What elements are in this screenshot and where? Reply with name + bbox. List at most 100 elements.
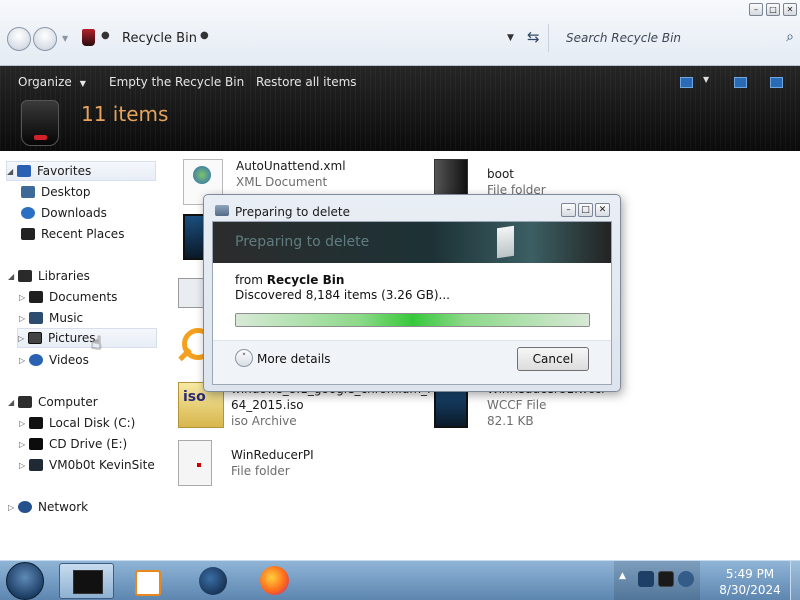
restore-all-button[interactable]: Restore all items [256,75,357,89]
progress-bar [235,313,590,327]
iso-label-icon: iso [183,389,206,405]
refresh-icon[interactable]: ⇆ [527,28,540,46]
sidebar-item-desktop[interactable]: Desktop [21,182,91,202]
minimize-button[interactable]: – [749,3,763,16]
file-size: 82.1 KB [487,414,534,428]
maximize-button[interactable]: □ [766,3,780,16]
change-view-icon[interactable] [680,77,693,88]
music-icon [29,312,43,324]
folder-icon [178,440,212,486]
network-drive-icon [29,459,43,471]
volume-icon[interactable] [678,571,694,587]
dialog-close-button[interactable]: ✕ [595,203,610,217]
recycle-bin-icon [82,29,95,46]
sidebar-item-pictures[interactable]: ▷ Pictures [17,328,157,348]
navigation-pane: ◢ Favorites Desktop Downloads Recent Plac… [0,152,163,560]
dialog-minimize-button[interactable]: – [561,203,576,217]
organize-button[interactable]: Organize ▼ [18,75,86,89]
expand-arrow-icon[interactable]: ◢ [8,272,18,281]
breadcrumb-separator-icon[interactable]: ● [200,30,209,41]
recycle-bin-large-icon [21,100,59,146]
breadcrumb-separator-icon[interactable]: ● [101,30,110,41]
file-type: XML Document [236,175,328,189]
sidebar-item-videos[interactable]: ▷ Videos [19,350,89,370]
sidebar-item-network[interactable]: ▷ Network [8,497,88,517]
file-name: boot [487,167,515,181]
address-dropdown-icon[interactable]: ▼ [507,33,514,43]
sidebar-item-local-disk[interactable]: ▷ Local Disk (C:) [19,413,135,433]
more-details-link[interactable]: More details [257,352,331,366]
videos-icon [29,354,43,366]
breadcrumb-recycle-bin[interactable]: Recycle Bin [122,31,197,46]
taskbar-media-player-icon[interactable] [133,563,161,599]
show-desktop-button[interactable] [790,561,800,600]
taskbar-firefox-icon[interactable] [259,563,291,599]
sidebar-label: VM0b0t KevinSite [49,458,155,472]
address-bar: ▼ ● Recycle Bin ● ▼ ⇆ Search Recycle Bin… [0,0,800,66]
cancel-button[interactable]: Cancel [517,347,589,371]
chevron-down-icon[interactable]: ˅ [235,349,253,367]
sidebar-item-downloads[interactable]: Downloads [21,203,107,223]
file-type: WCCF File [487,398,547,412]
taskbar: ▲ 5:49 PM 8/30/2024 [0,560,800,600]
banner-text: Preparing to delete [235,234,370,250]
close-button[interactable]: ✕ [783,3,797,16]
clock-date[interactable]: 8/30/2024 [715,583,785,597]
command-bar: Organize ▼ Empty the Recycle Bin Restore … [0,66,800,151]
expand-arrow-icon[interactable]: ▷ [19,293,29,302]
network-tray-icon[interactable] [638,571,654,587]
view-dropdown-icon[interactable]: ▼ [703,75,709,84]
sidebar-label: Documents [49,290,118,304]
sidebar-label: Recent Places [41,227,125,241]
dialog-title: Preparing to delete [235,205,351,219]
file-name: WinReducerPI [231,448,314,462]
file-icon [178,278,206,308]
taskbar-explorer-button[interactable] [59,563,114,599]
expand-arrow-icon[interactable]: ▷ [19,419,29,428]
file-type: File folder [231,464,290,478]
expand-arrow-icon[interactable]: ◢ [8,398,18,407]
sidebar-item-music[interactable]: ▷ Music [19,308,83,328]
file-name-line2: 64_2015.iso [231,398,304,412]
start-button[interactable] [6,562,44,600]
expand-arrow-icon[interactable]: ▷ [19,440,29,449]
preview-pane-icon[interactable] [734,77,747,88]
from-prefix: from [235,273,267,287]
desktop-icon [21,186,35,198]
sidebar-label: Libraries [38,269,90,283]
clock-time[interactable]: 5:49 PM [715,567,785,581]
sidebar-item-cd-drive[interactable]: ▷ CD Drive (E:) [19,434,127,454]
search-icon[interactable]: ⌕ [786,29,794,45]
expand-arrow-icon[interactable]: ▷ [8,503,18,512]
from-location: Recycle Bin [266,273,345,287]
action-center-icon[interactable] [658,571,674,587]
file-type: iso Archive [231,414,297,428]
chevron-down-icon: ▼ [79,79,86,88]
expand-arrow-icon[interactable]: ◢ [7,167,17,176]
sidebar-item-favorites[interactable]: ◢ Favorites [6,161,156,181]
sidebar-label: Desktop [41,185,91,199]
expand-arrow-icon[interactable]: ▷ [19,356,29,365]
expand-arrow-icon[interactable]: ▷ [18,334,28,343]
pictures-icon [28,332,42,344]
expand-arrow-icon[interactable]: ▷ [19,314,29,323]
dialog-maximize-button[interactable]: □ [578,203,593,217]
sidebar-item-recent-places[interactable]: Recent Places [21,224,124,244]
mouse-cursor-icon: ☝ [91,333,102,354]
forward-button[interactable] [33,27,57,51]
empty-recycle-bin-button[interactable]: Empty the Recycle Bin [109,75,244,89]
sidebar-item-documents[interactable]: ▷ Documents [19,287,117,307]
sidebar-item-libraries[interactable]: ◢ Libraries [8,266,90,286]
taskbar-browser-icon[interactable] [198,563,228,599]
sidebar-item-vm-share[interactable]: ▷ VM0b0t KevinSite [19,455,155,475]
search-box[interactable]: Search Recycle Bin ⌕ [548,24,800,52]
search-input[interactable]: Search Recycle Bin [566,31,681,45]
sidebar-item-computer[interactable]: ◢ Computer [8,392,98,412]
help-icon[interactable] [770,77,783,88]
back-button[interactable] [7,27,31,51]
file-item[interactable]: WinReducerPI File folder [178,440,378,490]
history-dropdown-icon[interactable]: ▼ [62,34,68,43]
expand-arrow-icon[interactable]: ▷ [19,461,29,470]
show-hidden-icons-icon[interactable]: ▲ [619,571,626,581]
dialog-body: Preparing to delete from Recycle Bin Dis… [212,221,612,385]
